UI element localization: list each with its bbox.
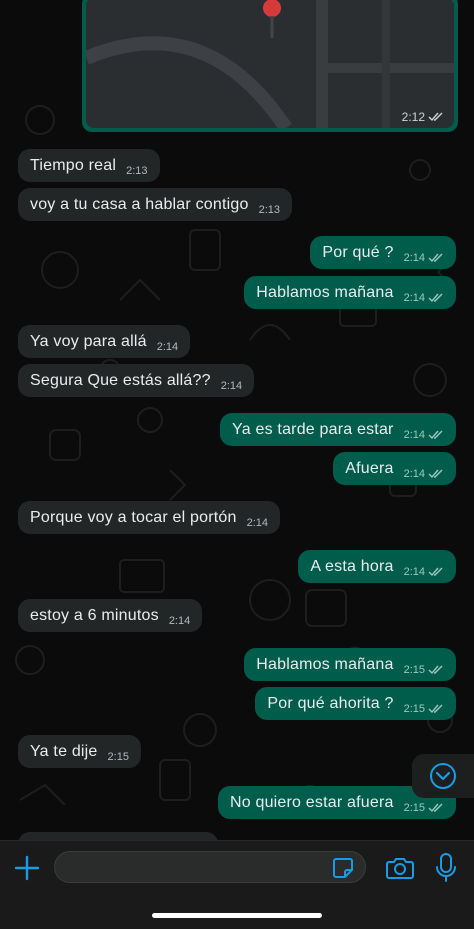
message-outgoing[interactable]: A esta hora 2:14 — [298, 550, 456, 583]
message-text: Afuera — [345, 459, 394, 477]
sticker-button[interactable] — [330, 855, 356, 881]
timestamp: 2:15 — [403, 801, 425, 814]
message-time: 2:14 — [157, 341, 178, 353]
timestamp: 2:14 — [156, 340, 179, 353]
message-incoming[interactable]: Tiempo real 2:13 — [18, 149, 160, 182]
message-time: 2:14 — [404, 252, 444, 264]
message-incoming[interactable]: Ya voy para allá 2:14 — [18, 325, 191, 358]
timestamp: 2:14 — [403, 467, 425, 480]
message-outgoing[interactable]: Por qué ahorita ? 2:15 — [255, 687, 456, 720]
message-time: 2:14 — [169, 615, 190, 627]
message-incoming[interactable]: Porque voy a tocar el portón 2:14 — [18, 501, 281, 534]
message-outgoing[interactable]: Hablamos mañana 2:14 — [244, 276, 456, 309]
location-map-preview[interactable] — [86, 0, 454, 128]
message-time: 2:13 — [259, 204, 280, 216]
plus-icon — [14, 855, 40, 881]
timestamp: 2:14 — [168, 614, 191, 627]
timestamp: 2:14 — [220, 379, 243, 392]
message-time: 2:13 — [126, 165, 147, 177]
camera-button[interactable] — [384, 853, 416, 883]
chevron-down-icon — [430, 763, 456, 789]
message-outgoing[interactable]: Por qué ? 2:14 — [310, 236, 456, 269]
microphone-button[interactable] — [432, 851, 460, 885]
read-ticks-icon — [428, 567, 443, 576]
message-text: Hablamos mañana — [256, 655, 394, 673]
timestamp: 2:15 — [403, 702, 425, 715]
message-outgoing[interactable]: Afuera 2:14 — [333, 452, 456, 485]
read-ticks-icon — [428, 293, 443, 302]
read-ticks-icon — [428, 803, 443, 812]
message-text: Ya voy para allá — [30, 332, 147, 350]
camera-icon — [386, 858, 414, 879]
read-ticks-icon — [428, 253, 443, 262]
message-text: A esta hora — [310, 557, 394, 575]
timestamp: 2:14 — [246, 516, 269, 529]
chat-area[interactable]: 2:12 Tiempo real 2:13 voy a tu casa a ha… — [0, 0, 474, 845]
message-input[interactable] — [54, 851, 366, 883]
message-time: 2:14 — [404, 292, 444, 304]
message-outgoing[interactable]: Hablamos mañana 2:15 — [244, 648, 456, 681]
read-ticks-icon — [428, 665, 443, 674]
message-time: 2:15 — [404, 664, 444, 676]
read-ticks-icon — [428, 112, 443, 122]
location-message[interactable]: 2:12 — [82, 0, 458, 132]
timestamp: 2:14 — [403, 291, 425, 304]
message-incoming[interactable]: estoy a 6 minutos 2:14 — [18, 599, 203, 632]
message-incoming[interactable]: Segura Que estás allá?? 2:14 — [18, 364, 255, 397]
read-ticks-icon — [428, 430, 443, 439]
message-text: Ya te dije — [30, 742, 98, 760]
message-text: Hablamos mañana — [256, 283, 394, 301]
message-text: Segura Que estás allá?? — [30, 371, 211, 389]
message-time: 2:14 — [221, 380, 242, 392]
message-text: Por qué ? — [322, 243, 394, 261]
read-ticks-icon — [428, 469, 443, 478]
message-time: 2:14 — [247, 517, 268, 529]
message-time: 2:14 — [404, 566, 444, 578]
map-icon — [86, 0, 454, 128]
timestamp: 2:14 — [403, 428, 425, 441]
message-text: Tiempo real — [30, 156, 117, 174]
message-outgoing[interactable]: Ya es tarde para estar 2:14 — [220, 413, 456, 446]
message-text: Porque voy a tocar el portón — [30, 508, 237, 526]
message-time: 2:15 — [404, 802, 444, 814]
message-text: Ya es tarde para estar — [232, 420, 394, 438]
message-time: 2:15 — [404, 703, 444, 715]
message-time: 2:14 — [404, 429, 444, 441]
message-time: 2:15 — [108, 751, 129, 763]
timestamp: 2:15 — [403, 663, 425, 676]
timestamp: 2:15 — [107, 750, 129, 763]
location-timestamp: 2:12 — [402, 110, 444, 124]
timestamp: 2:12 — [401, 110, 425, 124]
message-text: No quiero estar afuera — [229, 793, 394, 811]
message-text: Por qué ahorita ? — [267, 694, 394, 712]
scroll-to-bottom-button[interactable] — [412, 754, 474, 798]
timestamp: 2:14 — [403, 565, 425, 578]
timestamp: 2:14 — [403, 251, 425, 264]
message-incoming[interactable]: voy a tu casa a hablar contigo 2:13 — [18, 188, 292, 221]
message-incoming[interactable]: Ya te dije 2:15 — [18, 735, 141, 768]
attach-button[interactable] — [12, 853, 42, 883]
timestamp: 2:13 — [126, 164, 148, 177]
timestamp: 2:13 — [258, 203, 280, 216]
read-ticks-icon — [428, 704, 443, 713]
microphone-icon — [436, 853, 456, 882]
message-time: 2:14 — [404, 468, 444, 480]
message-text: estoy a 6 minutos — [30, 606, 159, 624]
sticker-icon — [333, 858, 353, 878]
home-indicator — [152, 913, 322, 918]
message-text: voy a tu casa a hablar contigo — [30, 195, 249, 213]
